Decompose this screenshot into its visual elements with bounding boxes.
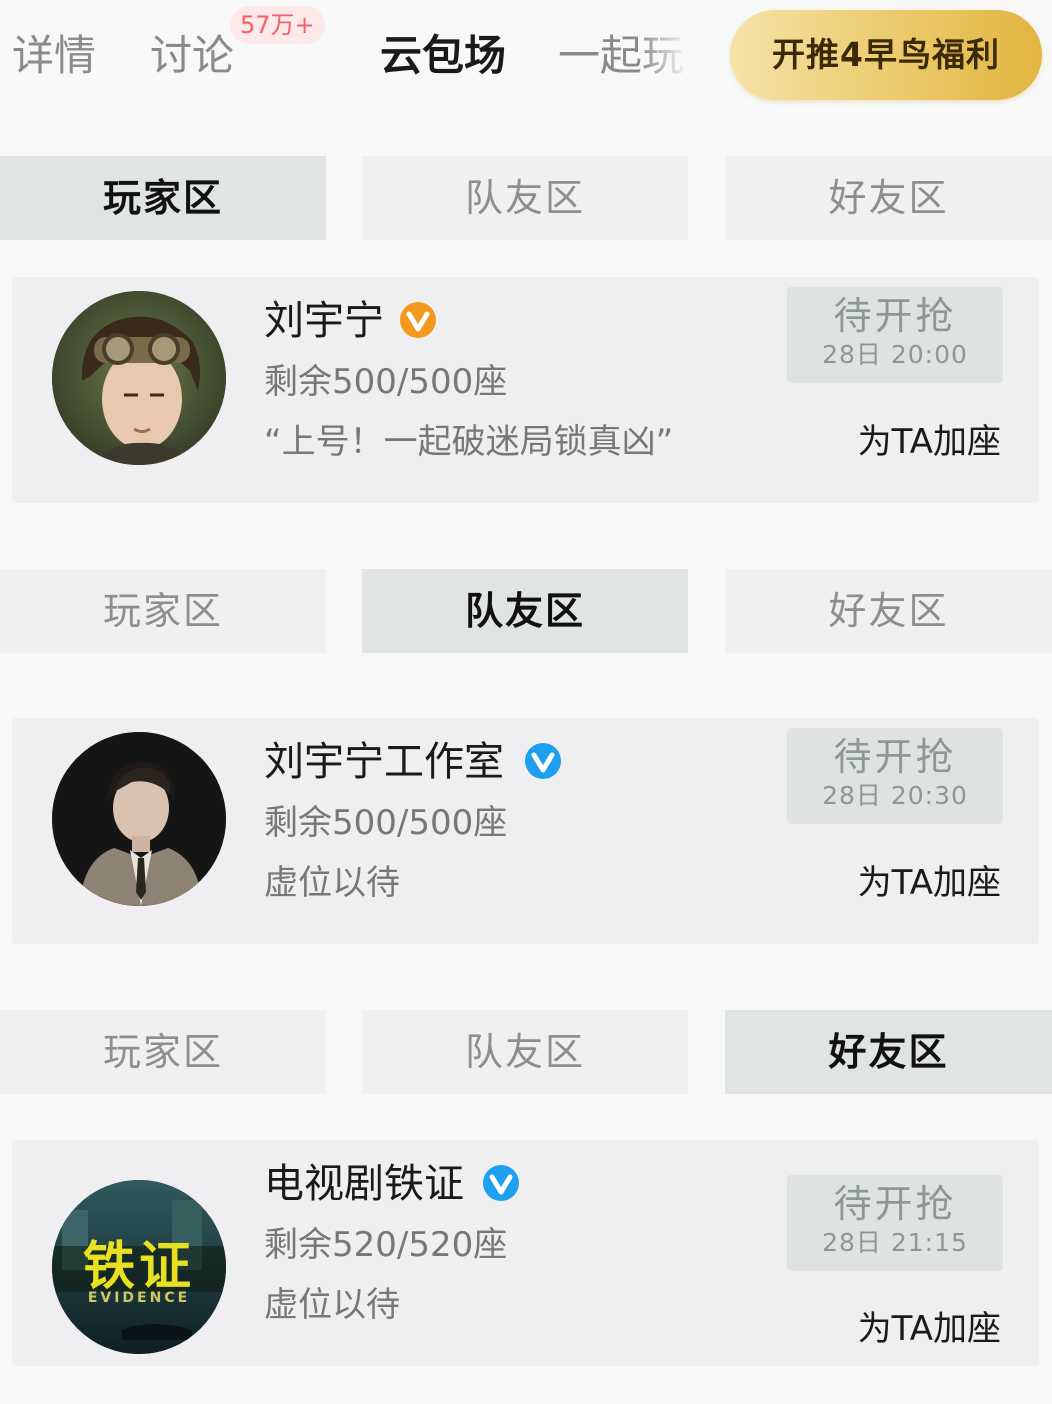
- zone-tab-player[interactable]: 玩家区: [0, 156, 326, 240]
- avatar-drama-poster-image: 铁证 EVIDENCE: [52, 1180, 226, 1354]
- grab-status-button[interactable]: 待开抢 28日 20:30: [787, 728, 1003, 824]
- booking-card[interactable]: 铁证 EVIDENCE 电视剧铁证 剩余520/520座 虚位以待 待开抢 28…: [12, 1140, 1039, 1366]
- grab-status-label: 待开抢: [833, 1182, 957, 1226]
- avatar-logo-text: 铁证: [83, 1237, 195, 1297]
- add-seat-link[interactable]: 为TA加座: [858, 860, 1001, 906]
- zone-tab-teammate[interactable]: 队友区: [362, 156, 688, 240]
- seats-remaining: 剩余500/500座: [264, 362, 508, 402]
- zone-tab-friend[interactable]: 好友区: [725, 569, 1052, 653]
- grab-status-button[interactable]: 待开抢 28日 20:00: [787, 287, 1003, 383]
- streamer-name: 刘宇宁: [264, 298, 384, 344]
- tab-discuss[interactable]: 讨论: [150, 30, 234, 82]
- zone-tab-player[interactable]: 玩家区: [0, 569, 326, 653]
- add-seat-link[interactable]: 为TA加座: [858, 419, 1001, 465]
- booking-card[interactable]: 刘宇宁 剩余500/500座 “上号！一起破迷局锁真凶” 待开抢 28日 20:…: [12, 277, 1039, 503]
- zone-tab-teammate[interactable]: 队友区: [362, 569, 688, 653]
- avatar-portrait-image: [52, 291, 226, 465]
- early-bird-promo-button[interactable]: 开推4早鸟福利: [730, 10, 1042, 100]
- card-note: 虚位以待: [264, 1285, 400, 1325]
- verified-orange-icon: [400, 302, 436, 338]
- avatar[interactable]: [52, 732, 226, 906]
- avatar[interactable]: [52, 291, 226, 465]
- grab-status-button[interactable]: 待开抢 28日 21:15: [787, 1175, 1003, 1271]
- zone-tabs: 玩家区 队友区 好友区: [0, 1010, 1052, 1094]
- discuss-count-badge: 57万+: [230, 6, 325, 44]
- zone-tab-player[interactable]: 玩家区: [0, 1010, 326, 1094]
- seats-remaining: 剩余520/520座: [264, 1225, 508, 1265]
- grab-start-time: 28日 20:00: [822, 340, 968, 369]
- grab-status-label: 待开抢: [833, 735, 957, 779]
- streamer-name: 刘宇宁工作室: [264, 739, 504, 785]
- card-note: “上号！一起破迷局锁真凶”: [264, 422, 674, 462]
- tab-play-together[interactable]: 一起玩: [558, 30, 688, 82]
- zone-tab-teammate[interactable]: 队友区: [362, 1010, 688, 1094]
- grab-start-time: 28日 20:30: [822, 781, 968, 810]
- grab-start-time: 28日 21:15: [822, 1228, 968, 1257]
- avatar-portrait-image: [52, 732, 226, 906]
- seats-remaining: 剩余500/500座: [264, 803, 508, 843]
- cloud-booking-page: 详情 讨论 57万+ 云包场 一起玩 开推4早鸟福利 玩家区 队友区 好友区 刘…: [0, 0, 1052, 1404]
- zone-tab-friend[interactable]: 好友区: [725, 1010, 1052, 1094]
- add-seat-link[interactable]: 为TA加座: [858, 1306, 1001, 1352]
- card-note: 虚位以待: [264, 863, 400, 903]
- avatar-logo-subtext: EVIDENCE: [88, 1290, 190, 1306]
- booking-card[interactable]: 刘宇宁工作室 剩余500/500座 虚位以待 待开抢 28日 20:30 为TA…: [12, 718, 1039, 944]
- zone-tab-friend[interactable]: 好友区: [725, 156, 1052, 240]
- zone-tabs: 玩家区 队友区 好友区: [0, 569, 1052, 653]
- verified-blue-icon: [483, 1165, 519, 1201]
- zone-tabs: 玩家区 队友区 好友区: [0, 156, 1052, 240]
- top-tab-bar: 详情 讨论 57万+ 云包场 一起玩 开推4早鸟福利: [0, 0, 1052, 118]
- streamer-name: 电视剧铁证: [264, 1161, 464, 1207]
- tab-detail[interactable]: 详情: [12, 30, 96, 82]
- avatar[interactable]: 铁证 EVIDENCE: [52, 1180, 226, 1354]
- grab-status-label: 待开抢: [833, 294, 957, 338]
- tab-cloud-booking[interactable]: 云包场: [380, 30, 506, 82]
- verified-blue-icon: [525, 743, 561, 779]
